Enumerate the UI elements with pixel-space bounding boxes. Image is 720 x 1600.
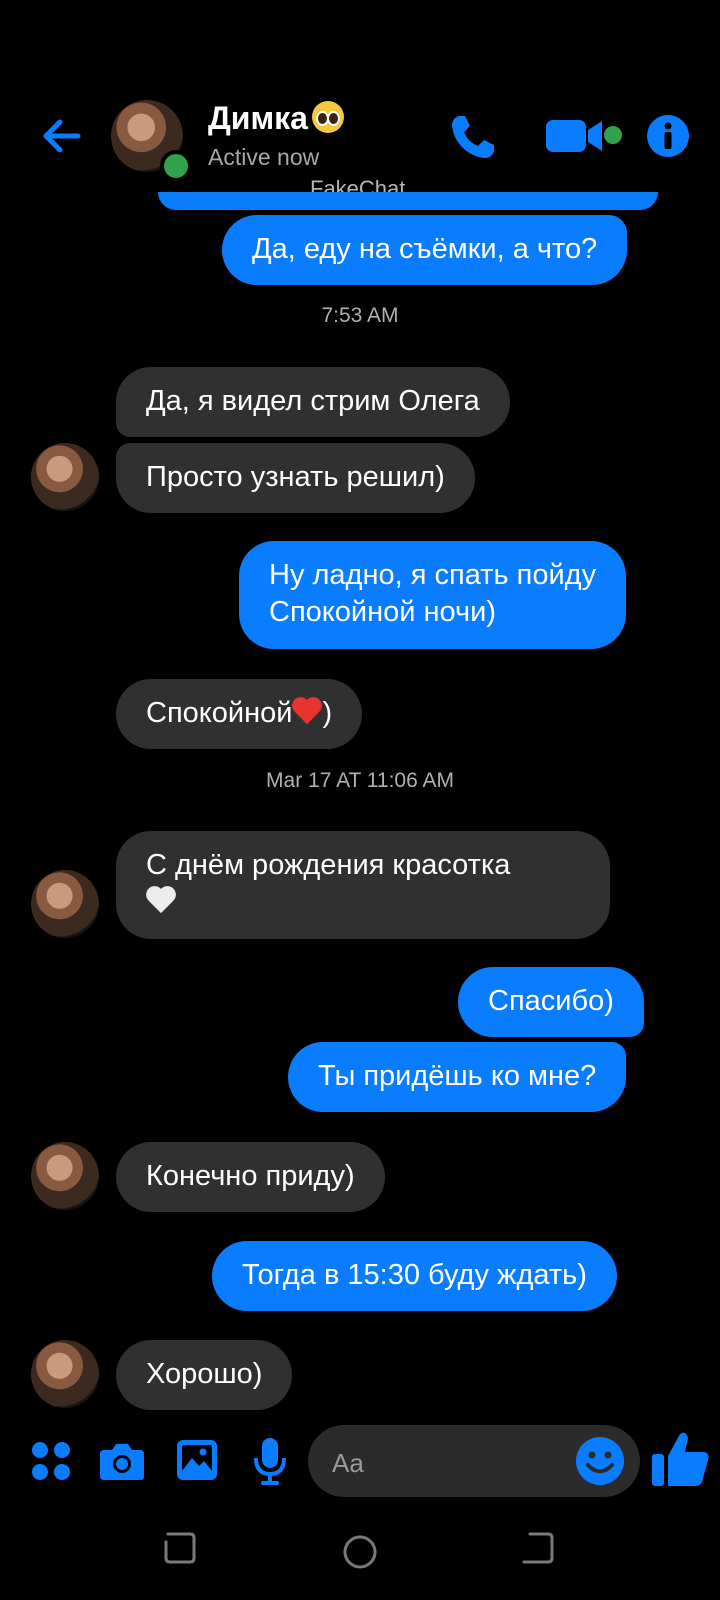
microphone-icon[interactable] <box>252 1436 288 1486</box>
incoming-message[interactable]: Да, я видел стрим Олега <box>116 367 510 437</box>
white-heart-emoji-icon <box>146 887 176 915</box>
info-icon[interactable] <box>646 114 690 158</box>
sender-avatar[interactable] <box>31 1142 99 1210</box>
message-input-placeholder: Aa <box>332 1448 364 1478</box>
back-arrow-icon[interactable] <box>38 112 86 160</box>
incoming-message[interactable]: Конечно приду) <box>116 1142 385 1212</box>
pleading-face-emoji-icon <box>311 101 344 133</box>
home-icon[interactable] <box>343 1535 377 1569</box>
recent-apps-icon[interactable] <box>164 1532 196 1564</box>
sender-avatar[interactable] <box>31 870 99 938</box>
emoji-icon[interactable] <box>575 1436 625 1486</box>
gallery-icon[interactable] <box>175 1438 219 1482</box>
incoming-message[interactable]: С днём рождения красотка <box>116 831 610 939</box>
contact-status: Active now <box>208 144 320 170</box>
thumbs-up-icon[interactable] <box>650 1428 712 1490</box>
timestamp: Mar 17 AT 11:06 AM <box>266 769 454 792</box>
video-online-dot <box>604 126 622 144</box>
incoming-message[interactable]: Хорошо) <box>116 1340 293 1410</box>
timestamp: 7:53 AM <box>321 304 399 327</box>
video-camera-icon[interactable] <box>546 116 608 156</box>
back-nav-icon[interactable] <box>522 1532 554 1564</box>
sender-avatar[interactable] <box>31 443 99 511</box>
incoming-message[interactable]: Спокойной) <box>116 679 363 749</box>
red-heart-emoji-icon <box>292 698 322 726</box>
online-indicator <box>160 150 192 182</box>
phone-icon[interactable] <box>446 110 500 164</box>
outgoing-message[interactable]: Ну ладно, я спать пойду Спокойной ночи) <box>239 541 627 649</box>
outgoing-message[interactable]: Ты придёшь ко мне? <box>288 1042 627 1112</box>
incoming-message[interactable]: Просто узнать решил) <box>116 443 475 513</box>
outgoing-message[interactable]: Тогда в 15:30 буду ждать) <box>212 1241 617 1311</box>
outgoing-message[interactable]: Спасибо) <box>458 967 644 1037</box>
sender-avatar[interactable] <box>31 1340 99 1408</box>
camera-icon[interactable] <box>98 1440 146 1482</box>
outgoing-message[interactable]: Да, еду на съёмки, а что? <box>222 215 628 285</box>
apps-icon[interactable] <box>30 1440 72 1482</box>
system-navigation-bar <box>164 1532 554 1569</box>
previous-outgoing-bubble-edge <box>158 192 658 210</box>
contact-name[interactable]: Димка <box>208 100 344 137</box>
